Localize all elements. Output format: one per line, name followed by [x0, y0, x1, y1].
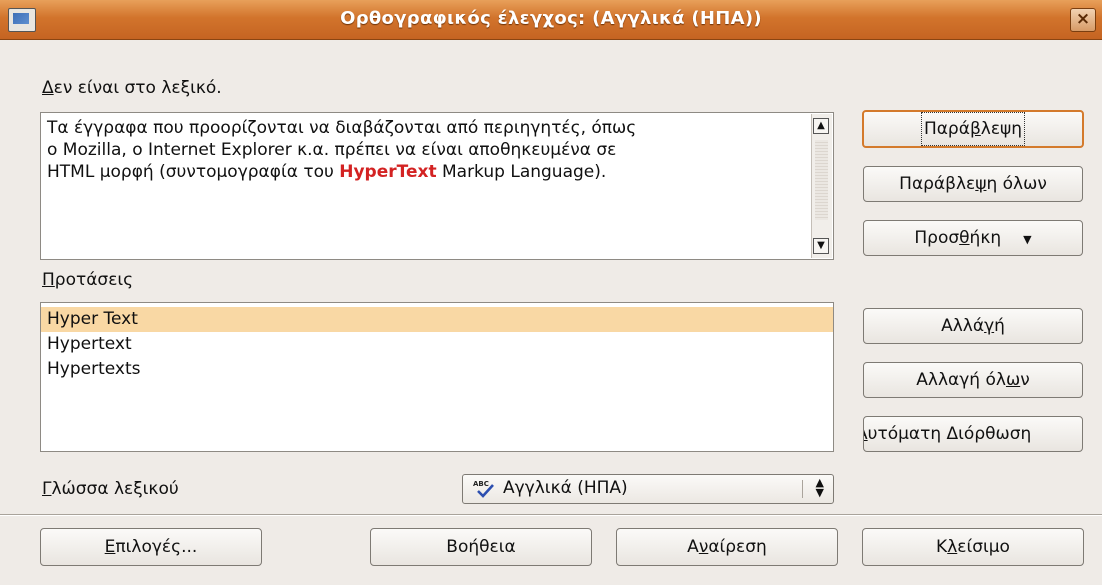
- suggestion-item[interactable]: Hypertexts: [41, 357, 833, 382]
- sentence-line-2: ο Mozilla, ο Internet Explorer κ.α. πρέπ…: [47, 140, 617, 160]
- not-in-dictionary-label: Δεν είναι στο λεξικό.: [42, 78, 222, 98]
- suggestions-label: Προτάσεις: [42, 270, 134, 290]
- dictionary-language-value: Αγγλικά (ΗΠΑ): [503, 478, 628, 498]
- ignore-all-button[interactable]: Παράβλεψη όλων: [863, 166, 1083, 202]
- change-all-button[interactable]: Αλλαγή όλων: [863, 362, 1083, 398]
- dictionary-language-label: Γλώσσα λεξικού: [42, 479, 179, 499]
- suggestion-item[interactable]: Hyper Text: [41, 307, 833, 332]
- scroll-down-arrow-icon[interactable]: ▼: [813, 238, 829, 254]
- add-to-dictionary-button[interactable]: Προσθήκη ▼: [863, 220, 1083, 256]
- suggestions-list[interactable]: Hyper Text Hypertext Hypertexts: [40, 302, 834, 452]
- sentence-line-3: HTML μορφή (συντομογραφία του HyperText …: [47, 162, 607, 182]
- undo-button[interactable]: Αναίρεση: [616, 528, 838, 566]
- suggestion-item[interactable]: Hypertext: [41, 332, 833, 357]
- autocorrect-button[interactable]: Αυτόματη Διόρθωση: [863, 416, 1083, 452]
- help-button[interactable]: Βοήθεια: [370, 528, 592, 566]
- change-button[interactable]: Αλλάγή: [863, 308, 1083, 344]
- close-button[interactable]: Κλείσιμο: [862, 528, 1084, 566]
- spellcheck-icon: ABC: [473, 480, 495, 498]
- scroll-thumb[interactable]: [815, 140, 828, 220]
- title-bar[interactable]: Ορθογραφικός έλεγχος: (Αγγλικά (ΗΠΑ)) ×: [0, 0, 1102, 40]
- sentence-textbox[interactable]: Τα έγγραφα που προορίζονται να διαβάζοντ…: [40, 112, 834, 260]
- textbox-scrollbar[interactable]: ▲ ▼: [811, 114, 832, 258]
- window-close-button[interactable]: ×: [1070, 8, 1096, 32]
- window-title: Ορθογραφικός έλεγχος: (Αγγλικά (ΗΠΑ)): [340, 8, 762, 29]
- spin-arrows-icon: ▲ ▼: [815, 476, 824, 499]
- options-button[interactable]: Επιλογές...: [40, 528, 262, 566]
- dropdown-arrow-icon: ▼: [1023, 233, 1032, 246]
- scroll-up-arrow-icon[interactable]: ▲: [813, 118, 829, 134]
- misspelled-word: HyperText: [339, 162, 437, 182]
- ignore-once-button[interactable]: Παράβλεψη: [862, 110, 1084, 148]
- separator: [0, 514, 1102, 516]
- dictionary-language-select[interactable]: ABC Αγγλικά (ΗΠΑ) ▲ ▼: [462, 474, 834, 504]
- sentence-line-1: Τα έγγραφα που προορίζονται να διαβάζοντ…: [47, 118, 637, 138]
